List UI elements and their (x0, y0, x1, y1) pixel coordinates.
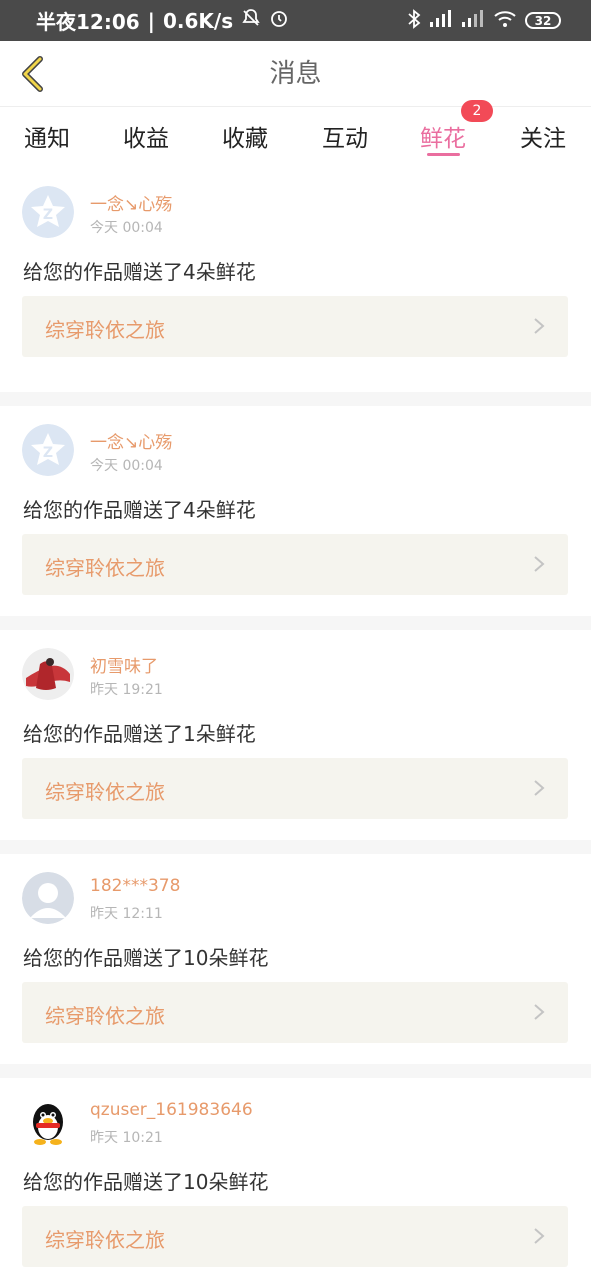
list-item: 初雪味了 昨天 19:21 给您的作品赠送了1朵鲜花 综穿聆依之旅 (0, 616, 591, 840)
status-left: 半夜12:06 | 0.6K/s (36, 0, 289, 41)
header: 消息 (0, 41, 591, 107)
book-title: 综穿聆依之旅 (45, 318, 165, 342)
message-list: Z 一念↘心殇 今天 00:04 给您的作品赠送了4朵鲜花 综穿聆依之旅 Z 一… (0, 168, 591, 1288)
tab-favorites[interactable]: 收藏 (222, 107, 268, 169)
avatar[interactable] (22, 872, 74, 924)
signal-icon-2 (461, 9, 485, 32)
timestamp: 昨天 12:11 (90, 906, 163, 922)
alarm-icon (269, 8, 289, 33)
book-link[interactable]: 综穿聆依之旅 (22, 758, 568, 819)
message-text: 给您的作品赠送了1朵鲜花 (23, 722, 256, 746)
tab-flowers[interactable]: 鲜花 (420, 107, 466, 169)
avatar[interactable]: Z (22, 424, 74, 476)
list-item: 182***378 昨天 12:11 给您的作品赠送了10朵鲜花 综穿聆依之旅 (0, 840, 591, 1064)
wifi-icon (493, 10, 517, 32)
sender-name[interactable]: 一念↘心殇 (90, 190, 172, 215)
sender-name[interactable]: 一念↘心殇 (90, 428, 172, 453)
page-title: 消息 (269, 59, 322, 89)
book-title: 综穿聆依之旅 (45, 1004, 165, 1028)
active-tab-indicator (427, 153, 460, 156)
chevron-right-icon (534, 318, 545, 334)
book-link[interactable]: 综穿聆依之旅 (22, 982, 568, 1043)
book-title: 综穿聆依之旅 (45, 780, 165, 804)
avatar[interactable]: Z (22, 186, 74, 238)
svg-text:Z: Z (43, 445, 53, 461)
chevron-right-icon (534, 780, 545, 796)
list-item: qzuser_161983646 昨天 10:21 给您的作品赠送了10朵鲜花 … (0, 1064, 591, 1288)
book-link[interactable]: 综穿聆依之旅 (22, 534, 568, 595)
bluetooth-icon (407, 8, 421, 33)
timestamp: 昨天 10:21 (90, 1130, 163, 1146)
avatar[interactable] (22, 1096, 74, 1148)
mute-icon (241, 8, 261, 33)
message-text: 给您的作品赠送了10朵鲜花 (23, 1170, 269, 1194)
timestamp: 今天 00:04 (90, 458, 163, 474)
separator: | (147, 8, 155, 33)
book-title: 综穿聆依之旅 (45, 556, 165, 580)
timestamp: 昨天 19:21 (90, 682, 163, 698)
tab-bar: 通知 收益 收藏 互动 鲜花 关注 (0, 107, 591, 169)
list-item: Z 一念↘心殇 今天 00:04 给您的作品赠送了4朵鲜花 综穿聆依之旅 (0, 168, 591, 392)
status-right: 32 (407, 0, 561, 41)
chevron-right-icon (534, 1004, 545, 1020)
book-link[interactable]: 综穿聆依之旅 (22, 1206, 568, 1267)
tab-interactions[interactable]: 互动 (322, 107, 368, 169)
chevron-right-icon (534, 1228, 545, 1244)
sender-name[interactable]: 182***378 (90, 876, 180, 896)
tab-notifications[interactable]: 通知 (24, 107, 70, 169)
svg-text:Z: Z (43, 207, 53, 223)
message-text: 给您的作品赠送了4朵鲜花 (23, 498, 256, 522)
signal-icon (429, 9, 453, 32)
list-item: Z 一念↘心殇 今天 00:04 给您的作品赠送了4朵鲜花 综穿聆依之旅 (0, 392, 591, 616)
message-text: 给您的作品赠送了10朵鲜花 (23, 946, 269, 970)
status-bar: 半夜12:06 | 0.6K/s 32 (0, 0, 591, 41)
avatar[interactable] (22, 648, 74, 700)
unread-badge: 2 (461, 100, 493, 122)
sender-name[interactable]: qzuser_161983646 (90, 1100, 253, 1120)
tab-earnings[interactable]: 收益 (123, 107, 169, 169)
book-title: 综穿聆依之旅 (45, 1228, 165, 1252)
timestamp: 今天 00:04 (90, 220, 163, 236)
message-text: 给您的作品赠送了4朵鲜花 (23, 260, 256, 284)
chevron-right-icon (534, 556, 545, 572)
book-link[interactable]: 综穿聆依之旅 (22, 296, 568, 357)
network-speed: 0.6K/s (162, 8, 234, 33)
battery-indicator: 32 (525, 12, 561, 29)
clock: 半夜12:06 (36, 10, 140, 34)
sender-name[interactable]: 初雪味了 (90, 652, 158, 677)
tab-follows[interactable]: 关注 (520, 107, 566, 169)
